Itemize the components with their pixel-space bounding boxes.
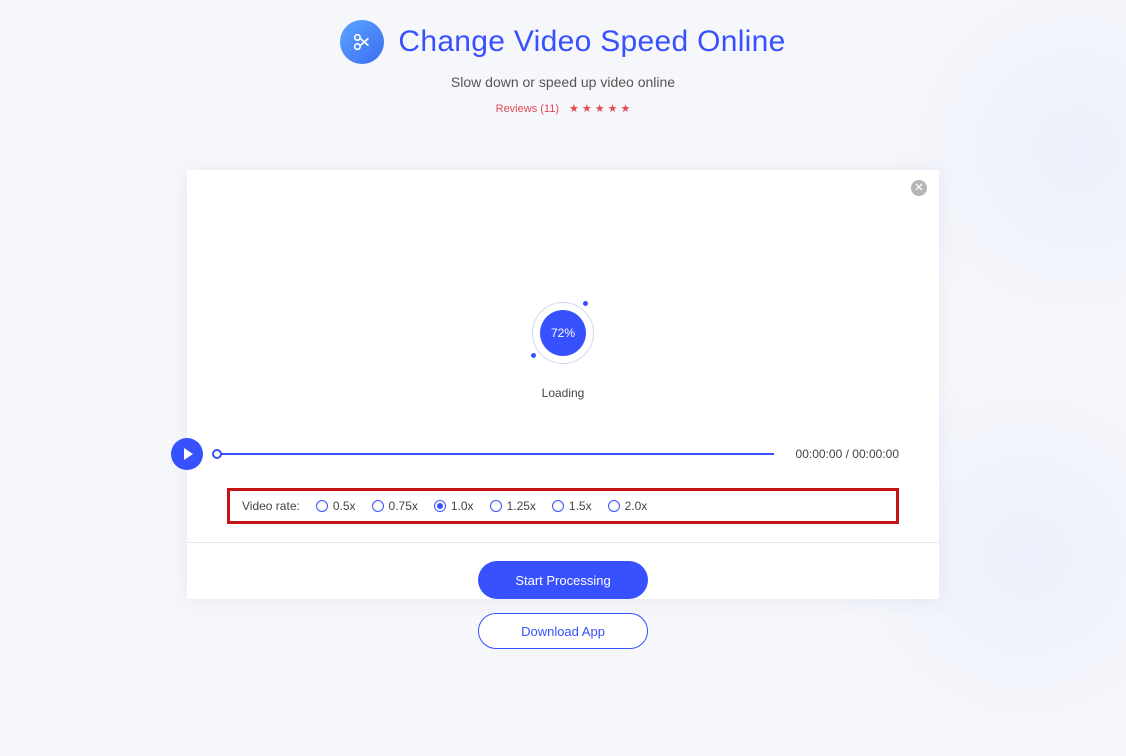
star-icon: ★	[569, 102, 579, 115]
rate-label: Video rate:	[242, 499, 300, 513]
rate-highlight-box: Video rate: 0.5x 0.75x 1.0x 1.25x 1.5x 2.0x	[227, 488, 899, 524]
star-icon: ★	[582, 102, 592, 115]
radio-icon	[608, 500, 620, 512]
rate-option-1-25x[interactable]: 1.25x	[490, 499, 536, 513]
rate-option-label: 0.75x	[389, 499, 418, 513]
rate-option-label: 2.0x	[625, 499, 648, 513]
rate-option-label: 0.5x	[333, 499, 356, 513]
download-app-button[interactable]: Download App	[478, 613, 648, 649]
star-rating: ★★★★★	[569, 102, 630, 115]
start-processing-button[interactable]: Start Processing	[478, 561, 648, 599]
rate-option-label: 1.0x	[451, 499, 474, 513]
rate-option-2-0x[interactable]: 2.0x	[608, 499, 648, 513]
rate-option-label: 1.5x	[569, 499, 592, 513]
rate-option-0-75x[interactable]: 0.75x	[372, 499, 418, 513]
rate-option-0-5x[interactable]: 0.5x	[316, 499, 356, 513]
logo-icon	[340, 20, 384, 64]
reviews-label: Reviews (11)	[496, 103, 559, 115]
radio-icon	[490, 500, 502, 512]
rate-option-1-5x[interactable]: 1.5x	[552, 499, 592, 513]
star-icon: ★	[608, 102, 618, 115]
loading-spinner: 72%	[532, 302, 594, 364]
progress-percent: 72%	[540, 310, 586, 356]
video-preview: 72% Loading	[187, 170, 939, 420]
seek-track[interactable]	[217, 453, 774, 455]
radio-icon	[372, 500, 384, 512]
loading-label: Loading	[542, 386, 585, 400]
star-icon: ★	[595, 102, 605, 115]
radio-icon	[552, 500, 564, 512]
time-display: 00:00:00 / 00:00:00	[796, 447, 899, 461]
radio-icon	[434, 500, 446, 512]
play-button[interactable]	[171, 438, 203, 470]
close-button[interactable]	[911, 180, 927, 196]
radio-icon	[316, 500, 328, 512]
reviews-link[interactable]: Reviews (11) ★★★★★	[496, 102, 631, 115]
star-icon: ★	[621, 102, 631, 115]
video-rate-group: Video rate: 0.5x 0.75x 1.0x 1.25x 1.5x 2.0x	[242, 499, 884, 513]
seek-thumb[interactable]	[212, 449, 222, 459]
page-subtitle: Slow down or speed up video online	[451, 74, 675, 90]
page-title: Change Video Speed Online	[398, 25, 785, 59]
play-icon	[184, 448, 193, 460]
editor-panel: 72% Loading 00:00:00 / 00:00:00 Video ra…	[187, 170, 939, 599]
rate-option-1-0x[interactable]: 1.0x	[434, 499, 474, 513]
rate-option-label: 1.25x	[507, 499, 536, 513]
